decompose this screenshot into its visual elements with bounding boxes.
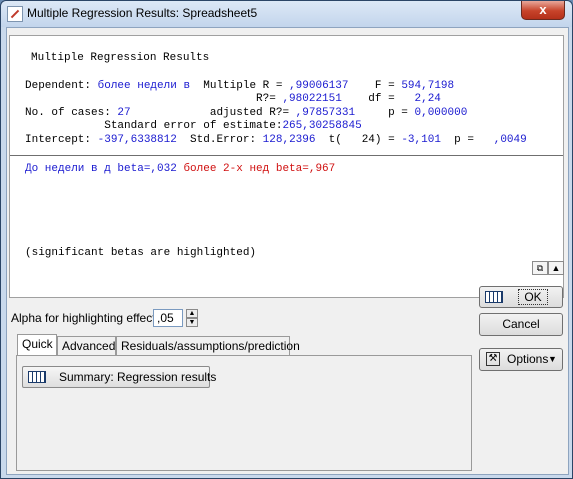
result-segment: 265,30258845 (282, 120, 362, 132)
result-segment: adjusted R?= (130, 107, 296, 119)
result-segment: более 2-х нед beta=,967 (183, 163, 336, 175)
result-segment: ,97857331 (295, 107, 356, 119)
options-area: Alpha for highlighting effects: ,05 ▲ ▼ … (7, 286, 568, 474)
spreadsheet-icon (485, 291, 503, 303)
statistica-app-icon (7, 6, 23, 22)
result-segment: ,0049 (480, 134, 527, 146)
close-button[interactable]: x (521, 1, 565, 20)
options-icon: ⚒ (486, 352, 500, 366)
options-label: Options (507, 352, 549, 366)
summary-button-label: Summary: Regression results (59, 370, 217, 384)
result-segment: 594,7198 (401, 80, 455, 92)
result-segment: df = (341, 93, 402, 105)
beta-line: До недели в д beta=,032 более 2-х нед be… (25, 163, 335, 176)
result-line-4: Standard error of estimate:265,30258845 (25, 120, 362, 133)
tab-panel-quick: Summary: Regression results (16, 355, 472, 471)
result-segment: t( 24) = (315, 134, 402, 146)
dialog-window: Multiple Regression Results: Spreadsheet… (0, 0, 573, 479)
alpha-label: Alpha for highlighting effects: (11, 311, 165, 325)
result-segment: более недели в (97, 80, 191, 92)
result-segment: p = (440, 134, 481, 146)
result-segment: 0,000000 (414, 107, 468, 119)
result-segment: ,99006137 (289, 80, 349, 92)
ok-label: OK (518, 289, 548, 305)
spin-down-icon[interactable]: ▼ (186, 318, 198, 327)
scroll-up-icon[interactable]: ▲ (548, 261, 564, 275)
result-segment: Std.Error: (176, 134, 263, 146)
window-title: Multiple Regression Results: Spreadsheet… (27, 6, 258, 20)
result-line-5: Intercept: -397,6338812 Std.Error: 128,2… (25, 134, 527, 147)
result-segment: Dependent: (25, 80, 98, 92)
significance-footnote: (significant betas are highlighted) (25, 247, 257, 259)
tab-advanced[interactable]: Advanced (57, 336, 116, 356)
result-segment: Standard error of estimate: (25, 120, 283, 132)
results-panel: Multiple Regression Results Dependent: б… (9, 35, 564, 298)
spreadsheet-icon (28, 371, 46, 383)
result-segment: No. of cases: (25, 107, 118, 119)
result-segment: До недели в д beta=,032 (25, 163, 184, 175)
tab-quick[interactable]: Quick (17, 334, 57, 356)
cancel-button[interactable]: Cancel (479, 313, 563, 336)
result-segment: R?= (25, 93, 283, 105)
spin-up-icon[interactable]: ▲ (186, 309, 198, 318)
result-segment: Multiple R = (190, 80, 290, 92)
result-segment: F = (348, 80, 402, 92)
alpha-input[interactable]: ,05 (153, 309, 183, 327)
result-segment: 27 (117, 107, 131, 119)
title-bar[interactable]: Multiple Regression Results: Spreadsheet… (1, 1, 572, 27)
result-segment: -3,101 (401, 134, 441, 146)
result-line-3: No. of cases: 27 adjusted R?= ,97857331 … (25, 107, 467, 120)
dropdown-arrow-icon: ▼ (548, 354, 557, 364)
result-segment: 128,2396 (262, 134, 316, 146)
result-segment: ,98022151 (282, 93, 342, 105)
options-button[interactable]: ⚒ Options ▼ (479, 348, 563, 371)
results-heading: Multiple Regression Results (31, 52, 210, 64)
ok-button[interactable]: OK (479, 286, 563, 308)
result-line-1: Dependent: более недели в Multiple R = ,… (25, 80, 454, 93)
separator-line (10, 155, 563, 156)
tab-residuals[interactable]: Residuals/assumptions/prediction (116, 336, 300, 356)
alpha-spinner[interactable]: ▲ ▼ (186, 309, 198, 327)
copy-icon[interactable]: ⧉ (532, 261, 548, 275)
dialog-client-area: Multiple Regression Results Dependent: б… (6, 27, 569, 475)
result-line-2: R?= ,98022151 df = 2,24 (25, 93, 441, 106)
result-segment: 2,24 (401, 93, 441, 105)
result-segment: p = (355, 107, 415, 119)
summary-button[interactable]: Summary: Regression results (22, 366, 216, 388)
result-segment: -397,6338812 (97, 134, 177, 146)
result-segment: Intercept: (25, 134, 98, 146)
